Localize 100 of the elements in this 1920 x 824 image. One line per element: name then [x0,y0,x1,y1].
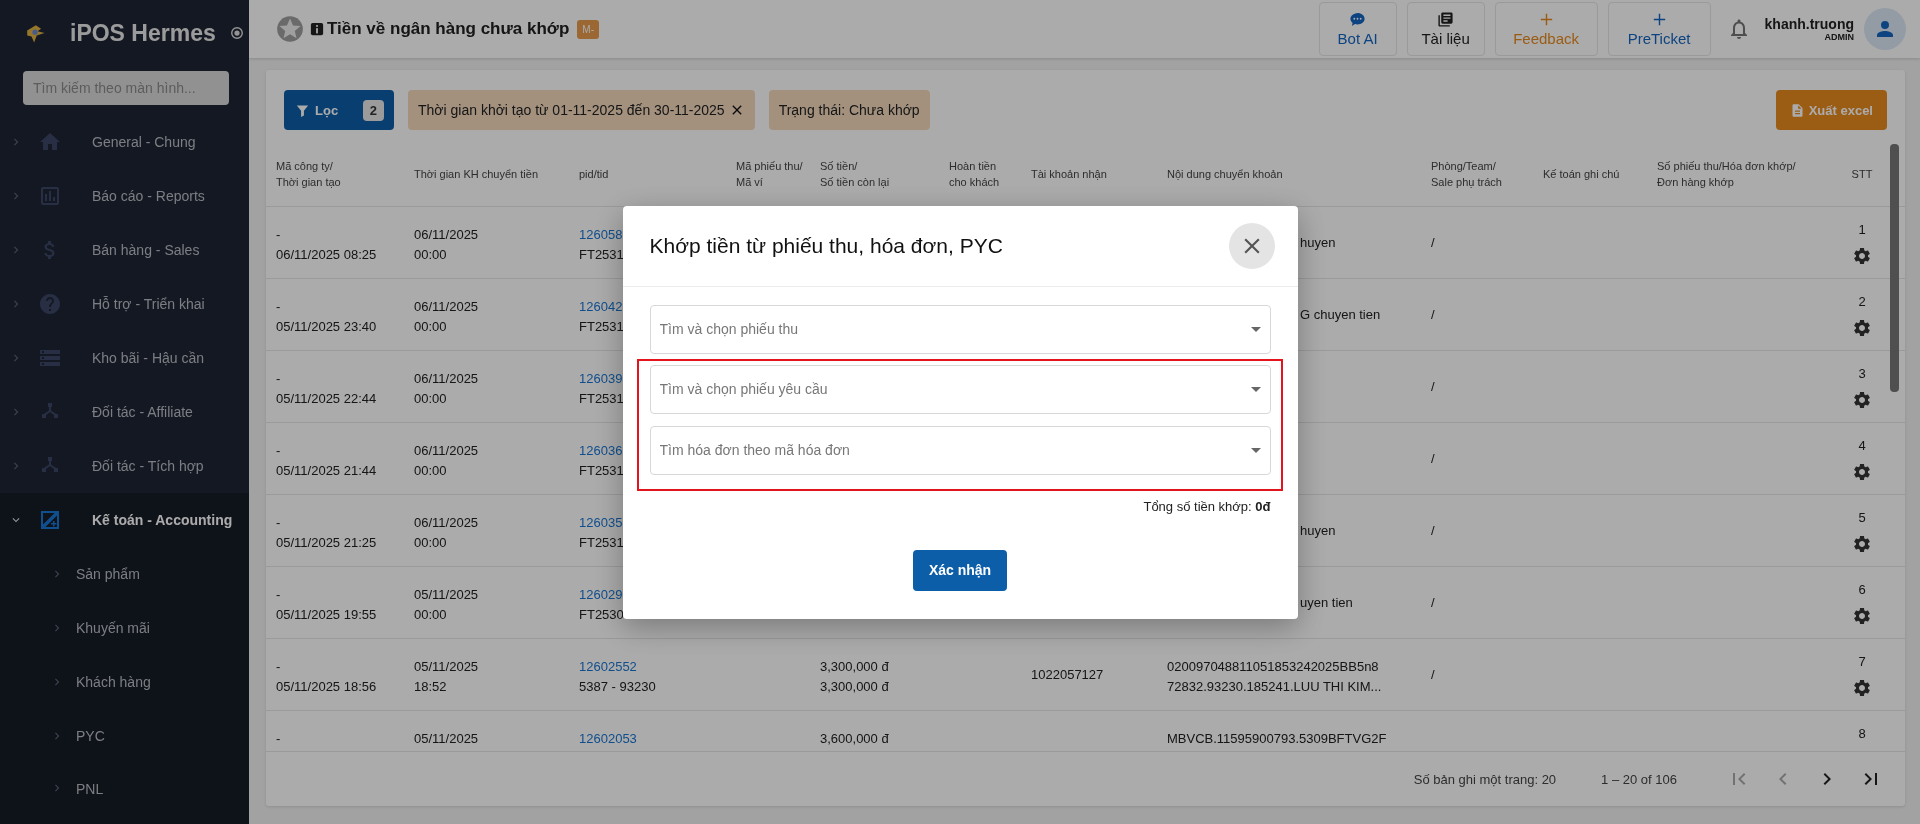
table-cell-text: 1022057127 [1031,665,1104,684]
sidebar-item[interactable]: Hỗ trợ - Triển khai [0,277,249,331]
dropdown-icon [1250,386,1261,392]
table-cell-text: 00:00 [414,318,447,336]
column-header: Số tiền/ Số tiền còn lại [820,159,891,190]
sidebar-item[interactable]: General - Chung [0,115,249,169]
column-header: Phòng/Team/ Sale phụ trách [1431,159,1503,190]
export-button[interactable]: Xuất excel [1775,90,1887,130]
page-range: 1 – 20 of 106 [1601,771,1677,787]
calculator-icon [38,508,62,532]
toolbar-button[interactable]: Tài liệu [1406,2,1485,56]
table-cell-text: 00:00 [414,534,447,552]
settings-icon[interactable] [1852,462,1872,482]
table-cell-text: FT2531 [579,534,624,552]
row-number: 3 [1858,365,1866,383]
settings-icon[interactable] [1852,390,1872,410]
settings-icon[interactable] [1852,606,1872,626]
table-cell-text: 06/11/2025 [414,442,479,460]
column-header: Thời gian KH chuyển tiền [414,167,539,182]
table-cell-text: 06/11/2025 [414,514,479,532]
pid-link[interactable]: 126029 [579,585,623,605]
toolbar-button[interactable]: PreTicket [1607,2,1711,56]
pid-link[interactable]: 12602552 [579,657,637,677]
help-icon [38,292,62,316]
table-cell-text: - [276,370,281,388]
sidebar-item[interactable]: Đối tác - Affiliate [0,385,249,439]
filter-chip[interactable]: Trạng thái: Chưa khớp [768,90,930,130]
table-cell-text: / [1431,305,1435,324]
filter-button[interactable]: Lọc 2 [284,90,394,130]
app-title: iPOS Hermes [70,19,216,47]
table-cell-text: - [276,298,281,316]
dropdown-icon [1250,447,1261,453]
table-cell-text: - [276,586,281,604]
sidebar-item[interactable]: Kế toán - Accounting [0,493,249,547]
sidebar-item[interactable]: Bán hàng - Sales [0,223,249,277]
pid-link[interactable]: 12602053 [579,729,637,749]
settings-icon[interactable] [1852,318,1872,338]
table-cell-text: FT2531 [579,390,624,408]
table-cell-text: 05/11/2025 [414,658,479,676]
column-header: Mã công ty/ Thời gian tạo [276,159,342,190]
pid-link[interactable]: 126036 [579,441,623,461]
table-cell-text: 00:00 [414,390,447,408]
table-cell-text: 3,300,000 đ [820,658,889,676]
sidebar-item[interactable]: Báo cáo - Reports [0,169,249,223]
table-cell-text: 05/11/2025 [414,730,479,748]
dialog-title: Khớp tiền từ phiếu thu, hóa đơn, PYC [649,233,1003,258]
sidebar-subitem[interactable]: PNL [0,763,249,824]
table-cell-text: / [1431,233,1435,252]
sidebar-item[interactable]: Kho bãi - Hậu cần [0,331,249,385]
table-cell-text: / [1431,593,1435,612]
table-cell-text: FT2531 [579,318,624,336]
column-header: Số phiếu thu/Hóa đơn khớp/ Đơn hàng khớp [1657,159,1797,190]
confirm-button[interactable]: Xác nhận [913,549,1007,591]
table-cell-text: 5387 - 93230 [579,678,656,696]
table-cell-text: 00:00 [414,606,447,624]
dropdown-icon [1250,326,1261,332]
table-cell-text: 05/11/2025 21:25 [276,534,377,552]
avatar[interactable] [1864,8,1906,50]
table-cell-text: 06/11/2025 08:25 [276,246,377,264]
user-role: ADMIN [1824,32,1854,42]
rows-per-page: Số bản ghi một trang: 20 [1413,771,1557,787]
table-cell-text: - [276,442,281,460]
column-header: Tài khoản nhận [1031,167,1108,182]
pid-link[interactable]: 126042 [579,297,623,317]
pid-link[interactable]: 126039 [579,369,623,389]
radio-icon[interactable] [229,26,244,40]
select-field[interactable]: Tìm và chọn phiếu yêu cầu [649,364,1271,414]
filter-chip[interactable]: Thời gian khởi tạo từ 01-11-2025 đến 30-11-2025 [408,90,755,130]
table-cell-text: huyen [1300,521,1336,540]
select-field[interactable]: Tìm hóa đơn theo mã hóa đơn [649,425,1271,475]
settings-icon[interactable] [1852,678,1872,698]
table-cell-text: 05/11/2025 18:56 [276,678,377,696]
sidebar-subitem[interactable]: PYC [0,709,249,763]
toolbar-button[interactable]: Feedback [1494,2,1598,56]
table-cell-text: - [276,658,281,676]
toolbar-button[interactable]: Bot AI [1318,2,1397,56]
total-text: Tổng số tiền khớp: 0đ [1143,498,1271,514]
page-title: Tiền về ngân hàng chưa khớp [327,19,570,39]
filter-count: 2 [362,99,384,121]
table-cell-text: 05/11/2025 23:40 [276,318,377,336]
table-cell-text: huyen [1300,233,1336,252]
pid-link[interactable]: 126058 [579,225,623,245]
table-cell-text: 05/11/2025 22:44 [276,390,377,408]
sidebar-subitem[interactable]: Sản phẩm [0,547,249,601]
table-cell-text: 18:52 [414,678,447,696]
table-cell-text: 06/11/2025 [414,370,479,388]
settings-icon[interactable] [1852,246,1872,266]
row-number: 2 [1858,293,1866,311]
table-cell-text: 05/11/2025 19:55 [276,606,377,624]
pid-link[interactable]: 126035 [579,513,623,533]
select-field[interactable]: Tìm và chọn phiếu thu [649,304,1271,354]
table-cell-text: 00:00 [414,246,447,264]
settings-icon[interactable] [1852,534,1872,554]
scrollbar-thumb[interactable] [1890,144,1899,392]
sidebar-subitem[interactable]: Khách hàng [0,655,249,709]
table-cell-text: - [276,514,281,532]
sidebar-subitem[interactable]: Khuyến mãi [0,601,249,655]
sidebar-item[interactable]: Đối tác - Tích hợp [0,439,249,493]
table-cell-text: / [1431,521,1435,540]
column-header: Mã phiếu thu/ Mã ví [736,159,804,190]
